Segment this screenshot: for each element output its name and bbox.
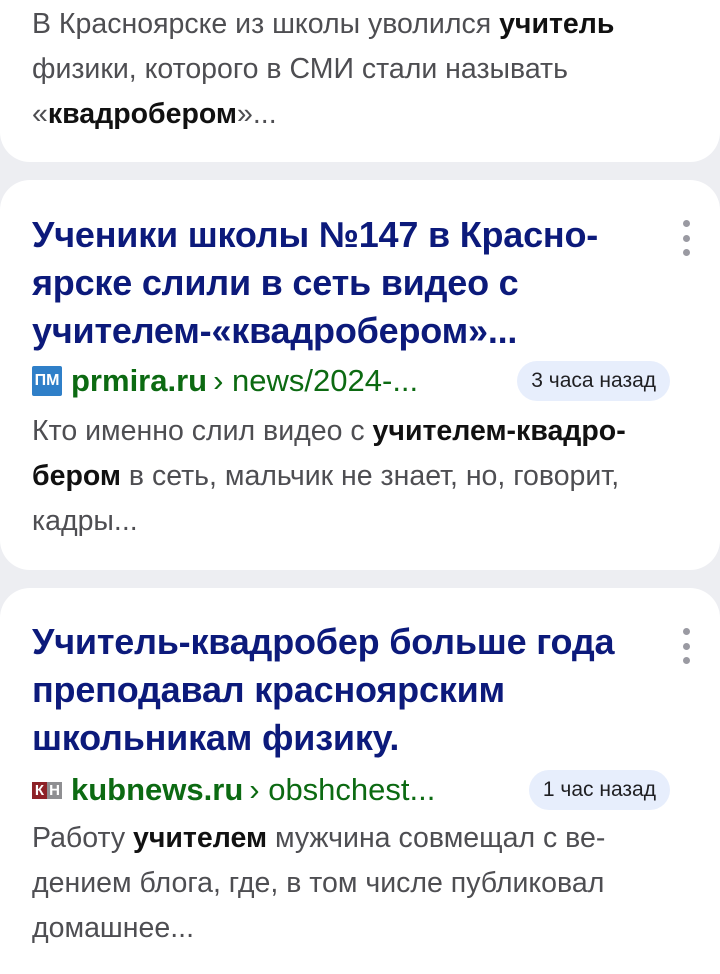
more-options-icon[interactable] bbox=[678, 628, 694, 664]
result-source[interactable]: ПМ prmira.ru › news/2024-... 3 часа наза… bbox=[32, 361, 680, 401]
time-badge: 1 час назад bbox=[528, 770, 670, 810]
more-options-icon[interactable] bbox=[678, 220, 694, 256]
result-snippet: Кто именно слил видео с учителем-квадро­… bbox=[32, 415, 626, 537]
time-badge: 3 часа назад bbox=[517, 361, 670, 401]
search-result-card[interactable]: Учитель-квадробер больше года преподавал… bbox=[0, 588, 720, 974]
kubnews-favicon-icon: К Н bbox=[32, 775, 62, 805]
result-title-link[interactable]: Ученики школы №147 в Красно­ярске слили … bbox=[32, 211, 652, 355]
result-domain[interactable]: kubnews.ru bbox=[71, 772, 243, 808]
result-title-link[interactable]: Учитель-квадробер больше года преподавал… bbox=[32, 618, 652, 762]
result-path[interactable]: › news/2024-... bbox=[213, 363, 418, 399]
result-snippet: В Красноярске из школы уволился учитель … bbox=[32, 8, 615, 130]
prmira-favicon-icon: ПМ bbox=[32, 366, 62, 396]
search-result-card[interactable]: В Красноярске из школы уволился учитель … bbox=[0, 0, 720, 162]
result-path[interactable]: › obshchest... bbox=[249, 772, 435, 808]
result-source[interactable]: К Н kubnews.ru › obshchest... 1 час наза… bbox=[32, 770, 680, 810]
result-snippet: Работу учителем мужчина совмещал с ве­де… bbox=[32, 822, 606, 944]
search-result-card[interactable]: Ученики школы №147 в Красно­ярске слили … bbox=[0, 180, 720, 570]
result-domain[interactable]: prmira.ru bbox=[71, 363, 207, 399]
